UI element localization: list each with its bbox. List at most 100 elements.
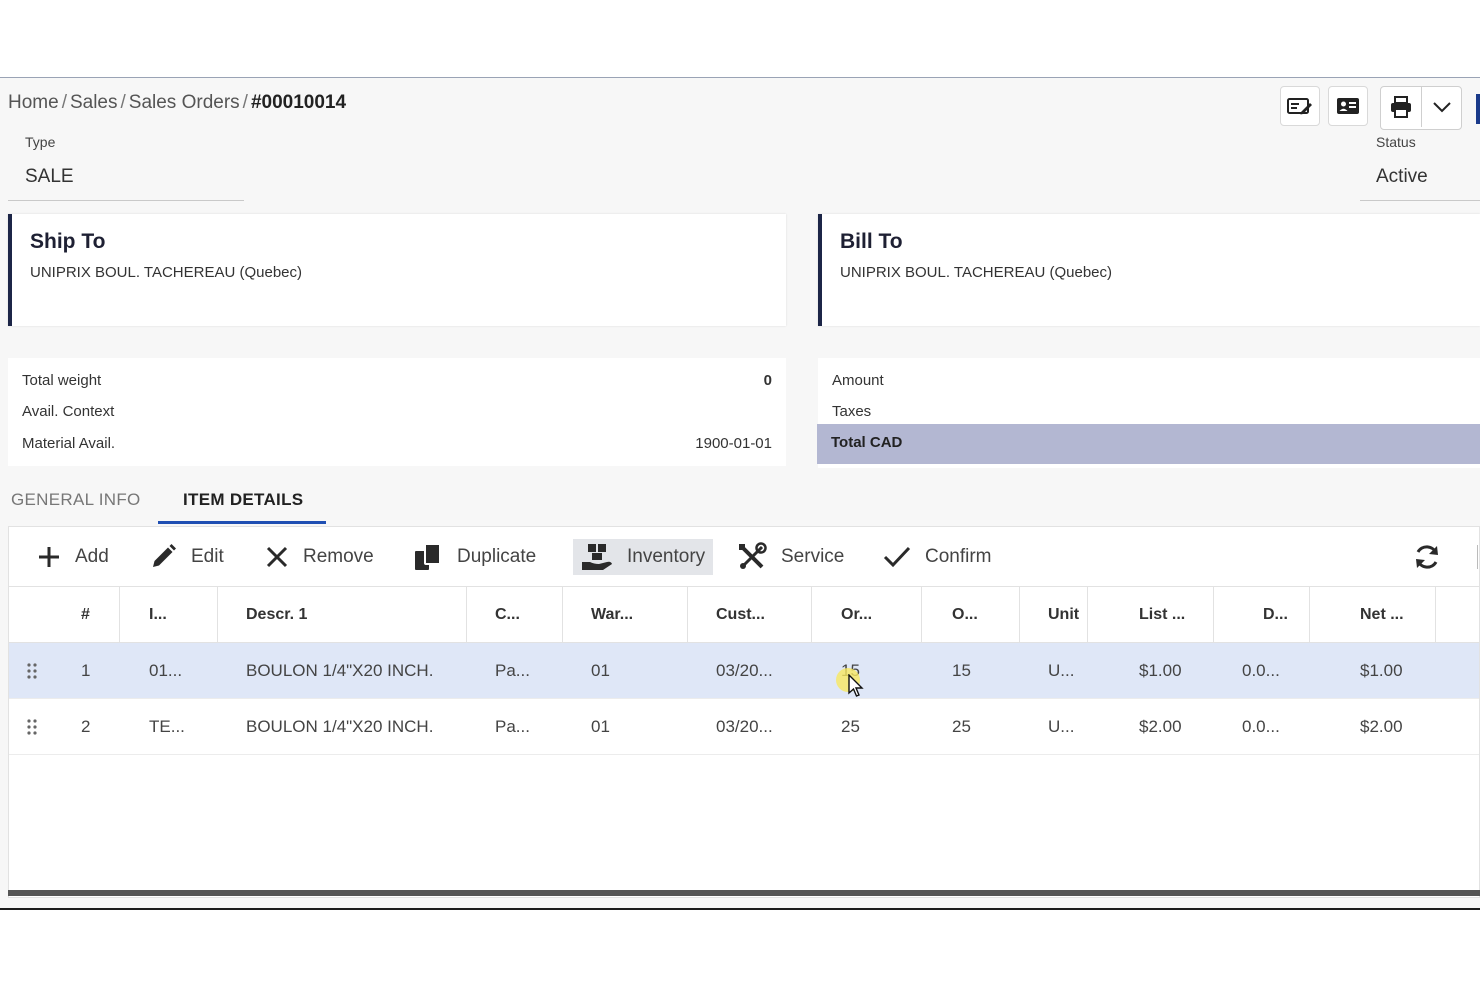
inventory-icon [582, 544, 612, 570]
type-field[interactable]: SALE [25, 166, 74, 188]
column-header-warehouse[interactable]: War... [591, 587, 633, 643]
type-field-underline [8, 200, 244, 201]
cell-list-price: $2.00 [1139, 717, 1182, 736]
mouse-pointer-icon [848, 674, 864, 697]
service-button[interactable]: Service [729, 539, 852, 575]
ship-to-card[interactable]: Ship To UNIPRIX BOUL. TACHEREAU (Quebec) [8, 214, 786, 326]
cell-unit: U... [1048, 661, 1075, 680]
remove-button[interactable]: Remove [257, 539, 382, 575]
column-divider [1087, 587, 1088, 643]
column-header-number[interactable]: # [81, 587, 90, 643]
confirm-button-label: Confirm [925, 546, 992, 567]
column-header-discount[interactable]: D... [1263, 587, 1288, 643]
inventory-button[interactable]: Inventory [573, 539, 714, 575]
tab-item-details[interactable]: ITEM DETAILS [183, 490, 303, 510]
column-header-o[interactable]: O... [952, 587, 978, 643]
status-field[interactable]: Active [1376, 166, 1428, 188]
breadcrumb: Home / Sales / Sales Orders / #00010014 [8, 92, 346, 114]
edit-button[interactable]: Edit [141, 539, 232, 575]
cell-c: Pa... [495, 717, 530, 736]
item-toolbar: Add Edit Remove Duplicate Inventory Serv… [9, 527, 1479, 587]
summary-row-avail-context: Avail. Context [8, 397, 786, 427]
breadcrumb-home[interactable]: Home [8, 92, 59, 114]
drag-handle-icon[interactable] [26, 663, 38, 679]
print-options-button[interactable] [1421, 87, 1461, 127]
cell-o: 15 [952, 661, 971, 680]
column-divider [562, 587, 563, 643]
column-header-customer-date[interactable]: Cust... [716, 587, 765, 643]
taxes-label: Taxes [832, 403, 872, 420]
bottom-blank-band [0, 908, 1480, 987]
cell-warehouse: 01 [591, 661, 610, 680]
cell-warehouse: 01 [591, 717, 610, 736]
contact-card-icon [1337, 98, 1359, 114]
tab-general-info[interactable]: GENERAL INFO [11, 490, 141, 510]
cell-description: BOULON 1/4"X20 INCH. [246, 661, 434, 680]
chevron-down-icon [1432, 102, 1451, 113]
summary-row-amount: Amount [818, 366, 1480, 396]
cell-ordered[interactable]: 25 [841, 699, 860, 755]
breadcrumb-separator: / [120, 92, 126, 113]
status-label: Status [1376, 134, 1416, 150]
bill-to-title: Bill To [840, 230, 903, 253]
table-row[interactable]: 1 01... BOULON 1/4"X20 INCH. Pa... 01 03… [9, 643, 1479, 699]
bill-to-card[interactable]: Bill To UNIPRIX BOUL. TACHEREAU (Quebec) [818, 214, 1480, 326]
drag-handle-icon[interactable] [26, 719, 38, 735]
column-divider [1309, 587, 1310, 643]
column-header-list-price[interactable]: List ... [1139, 587, 1185, 643]
amount-summary: Amount Taxes Total CAD [817, 358, 1480, 468]
inventory-button-label: Inventory [627, 546, 706, 567]
edit-card-button[interactable] [1280, 86, 1320, 126]
breadcrumb-sales[interactable]: Sales [70, 92, 118, 114]
weight-summary: Total weight 0 Avail. Context Material A… [8, 358, 786, 466]
refresh-icon [1416, 545, 1438, 569]
column-divider [811, 587, 812, 643]
item-details-panel: Add Edit Remove Duplicate Inventory Serv… [8, 526, 1480, 898]
column-header-unit[interactable]: Unit [1048, 587, 1079, 643]
edit-button-label: Edit [191, 546, 224, 567]
column-header-ordered[interactable]: Or... [841, 587, 872, 643]
column-header-description[interactable]: Descr. 1 [246, 587, 307, 643]
confirm-button[interactable]: Confirm [875, 539, 1000, 575]
add-button-label: Add [75, 546, 109, 567]
column-header-net-price[interactable]: Net ... [1360, 587, 1404, 643]
cell-item: TE... [149, 717, 185, 736]
cell-o: 25 [952, 717, 971, 736]
column-header-c[interactable]: C... [495, 587, 520, 643]
cell-net-price: $2.00 [1360, 717, 1403, 736]
plus-icon [39, 547, 59, 567]
contact-card-button[interactable] [1328, 86, 1368, 126]
column-header-item[interactable]: I... [149, 587, 167, 643]
cell-c: Pa... [495, 661, 530, 680]
column-divider [466, 587, 467, 643]
cell-unit: U... [1048, 717, 1075, 736]
material-avail-value: 1900-01-01 [695, 435, 772, 452]
duplicate-button[interactable]: Duplicate [405, 539, 544, 575]
avail-context-label: Avail. Context [22, 403, 115, 420]
cell-net-price: $1.00 [1360, 661, 1403, 680]
summary-row-taxes: Taxes [818, 397, 1480, 427]
refresh-button[interactable] [1405, 539, 1449, 575]
cell-discount: 0.0... [1242, 717, 1280, 736]
tools-icon [739, 542, 767, 569]
pencil-icon [153, 544, 176, 567]
duplicate-icon [415, 543, 441, 570]
breadcrumb-sales-orders[interactable]: Sales Orders [129, 92, 240, 114]
table-row[interactable]: 2 TE... BOULON 1/4"X20 INCH. Pa... 01 03… [9, 699, 1479, 755]
cell-number: 2 [81, 717, 91, 736]
active-tab-indicator [158, 521, 326, 524]
cell-discount: 0.0... [1242, 661, 1280, 680]
print-split-button [1380, 86, 1462, 130]
column-divider [1019, 587, 1020, 643]
cell-customer-date: 03/20... [716, 661, 773, 680]
service-button-label: Service [781, 546, 845, 567]
print-button[interactable] [1381, 87, 1421, 127]
horizontal-scrollbar[interactable] [8, 890, 1480, 896]
breadcrumb-separator: / [61, 92, 67, 113]
top-blank-band [0, 0, 1480, 78]
summary-row-material-avail: Material Avail. 1900-01-01 [8, 429, 786, 459]
total-weight-value: 0 [763, 372, 772, 389]
bill-to-address: UNIPRIX BOUL. TACHEREAU (Quebec) [840, 264, 1113, 281]
add-button[interactable]: Add [29, 539, 117, 575]
breadcrumb-separator: / [242, 92, 248, 113]
